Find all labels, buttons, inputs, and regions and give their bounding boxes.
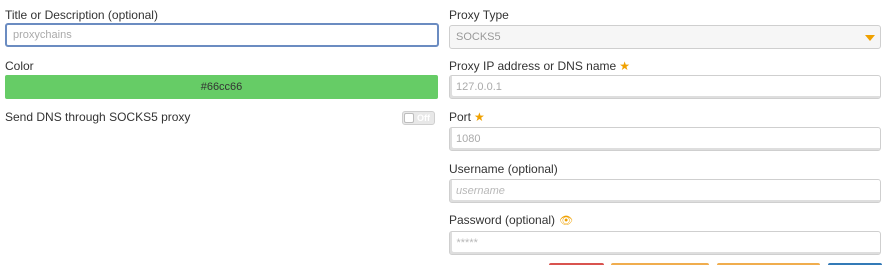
port-label-text: Port	[449, 110, 472, 124]
password-label-text: Password (optional)	[449, 213, 556, 227]
password-label: Password (optional) 👁	[449, 213, 573, 227]
proxy-ip-label-text: Proxy IP address or DNS name	[449, 59, 617, 73]
port-label: Port ★	[449, 110, 485, 124]
password-placeholder: *****	[456, 237, 478, 249]
color-picker[interactable]: #66cc66	[5, 75, 438, 99]
star-icon: ★	[474, 110, 485, 124]
star-icon: ★	[619, 59, 630, 73]
username-input[interactable]: username	[449, 179, 881, 203]
port-input[interactable]: 1080	[449, 127, 881, 151]
color-label: Color	[5, 59, 34, 73]
port-placeholder: 1080	[456, 133, 481, 145]
dns-label: Send DNS through SOCKS5 proxy	[5, 110, 191, 124]
proxy-ip-placeholder: 127.0.0.1	[456, 81, 502, 93]
dns-toggle[interactable]: Off	[402, 111, 435, 125]
password-input[interactable]: *****	[449, 231, 881, 255]
title-input-value: proxychains	[13, 29, 72, 41]
proxy-type-label: Proxy Type	[449, 8, 509, 22]
toggle-state: Off	[417, 113, 430, 123]
title-input[interactable]: proxychains	[5, 23, 439, 47]
proxy-ip-input[interactable]: 127.0.0.1	[449, 75, 881, 99]
caret-down-icon	[865, 35, 875, 41]
username-placeholder: username	[456, 185, 505, 197]
proxy-type-select[interactable]: SOCKS5	[449, 25, 881, 49]
eye-icon[interactable]: 👁	[559, 215, 573, 227]
proxy-type-value: SOCKS5	[456, 31, 501, 43]
title-label: Title or Description (optional)	[5, 8, 158, 22]
color-value: #66cc66	[200, 81, 243, 93]
toggle-knob	[404, 113, 414, 123]
proxy-ip-label: Proxy IP address or DNS name ★	[449, 59, 630, 73]
username-label: Username (optional)	[449, 162, 558, 176]
